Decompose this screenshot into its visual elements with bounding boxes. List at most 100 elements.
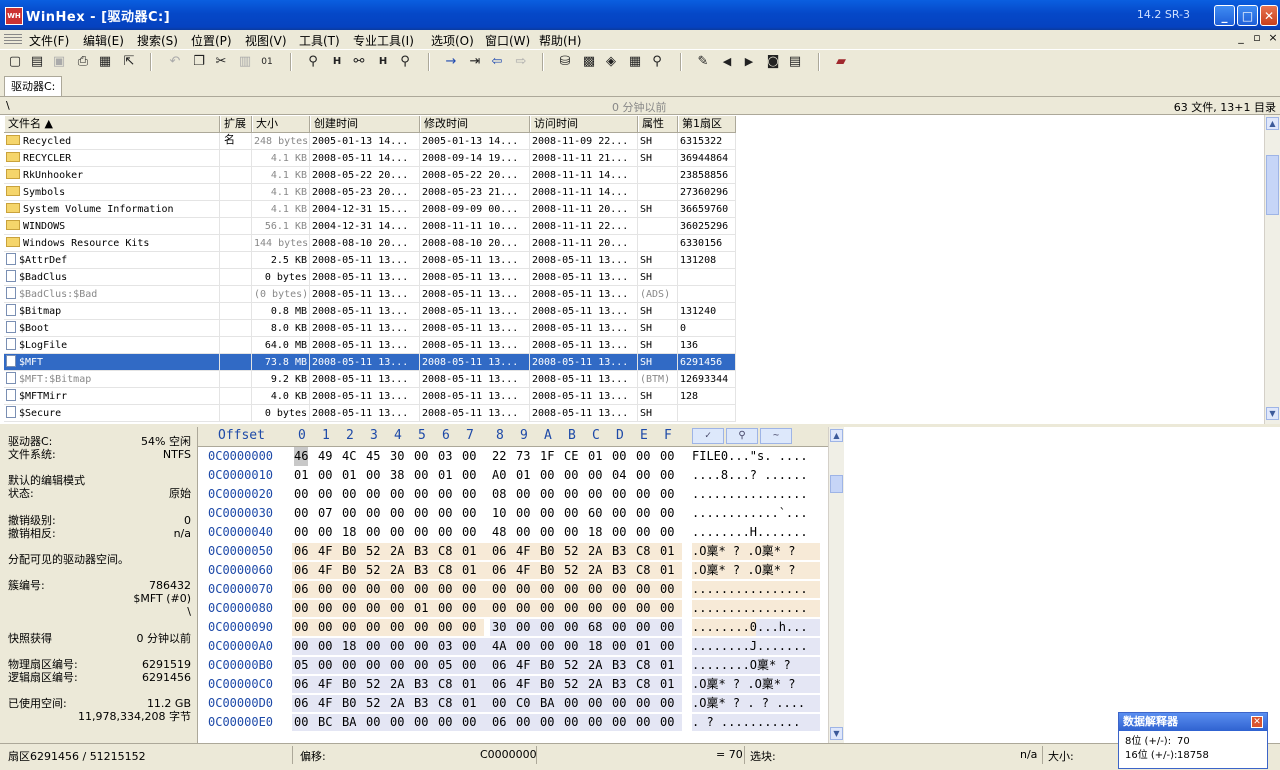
hex-byte[interactable]: B0 <box>540 542 564 561</box>
hex-byte[interactable]: 00 <box>462 599 486 618</box>
cut-icon[interactable]: ✂ <box>212 53 230 71</box>
hex-byte[interactable]: 00 <box>516 637 540 656</box>
file-row[interactable]: WINDOWS 56.1 KB 2004-12-31 14... 2008-11-11… <box>4 218 736 235</box>
file-row[interactable]: Symbols 4.1 KB 2008-05-23 20... 2008-05-23 … <box>4 184 736 201</box>
menu-window[interactable]: 窗口(W) <box>485 32 530 49</box>
hex-byte[interactable]: 01 <box>462 694 486 713</box>
hex-byte[interactable]: C8 <box>636 561 660 580</box>
hex-byte[interactable]: 00 <box>414 485 438 504</box>
hex-byte[interactable]: 00 <box>438 504 462 523</box>
hex-byte[interactable]: 00 <box>516 485 540 504</box>
replace-text-icon[interactable]: ⚯ <box>350 53 368 71</box>
hex-byte[interactable]: 01 <box>516 466 540 485</box>
hex-byte[interactable]: 00 <box>540 504 564 523</box>
hex-byte[interactable]: 06 <box>294 694 318 713</box>
hex-byte[interactable]: 00 <box>342 485 366 504</box>
hex-byte[interactable]: 01 <box>342 466 366 485</box>
scroll-down-arrow-icon[interactable]: ▼ <box>830 727 843 740</box>
hex-byte[interactable]: 18 <box>342 637 366 656</box>
prev-icon[interactable]: ◀ <box>718 53 736 71</box>
hex-byte[interactable]: 00 <box>414 637 438 656</box>
properties-icon[interactable]: ▦ <box>96 53 114 71</box>
hex-byte[interactable]: 00 <box>366 656 390 675</box>
hex-byte[interactable]: 06 <box>294 542 318 561</box>
hex-byte[interactable]: B3 <box>414 542 438 561</box>
hex-byte[interactable]: 00 <box>660 637 684 656</box>
hex-byte[interactable]: 00 <box>438 599 462 618</box>
hex-byte[interactable]: 00 <box>294 713 318 732</box>
hex-byte[interactable]: 00 <box>516 599 540 618</box>
hex-byte[interactable]: 00 <box>294 637 318 656</box>
hex-byte[interactable]: 00 <box>342 504 366 523</box>
hex-row[interactable]: 0C0000040 00 00 18 00 00 00 00 00 48 00 00 00 18 00 00 0… <box>198 523 828 542</box>
hex-byte[interactable]: BA <box>540 694 564 713</box>
scroll-up-arrow-icon[interactable]: ▲ <box>1266 117 1279 130</box>
hex-byte[interactable]: 00 <box>366 485 390 504</box>
hex-byte[interactable]: 00 <box>636 523 660 542</box>
hex-byte[interactable]: 00 <box>612 694 636 713</box>
hex-byte[interactable]: 00 <box>564 485 588 504</box>
hex-byte[interactable]: 00 <box>462 447 486 466</box>
hex-byte[interactable]: 68 <box>588 618 612 637</box>
hex-byte[interactable]: 00 <box>660 599 684 618</box>
column-first-sector[interactable]: 第1扇区 <box>678 116 736 132</box>
hex-byte[interactable]: 01 <box>660 561 684 580</box>
hex-row[interactable]: 0C0000020 00 00 00 00 00 00 00 00 08 00 00 00 00 00 00 0… <box>198 485 828 504</box>
goto-sector-icon[interactable]: ⇥ <box>466 53 484 71</box>
hex-byte[interactable]: 73 <box>516 447 540 466</box>
analyze-icon[interactable]: ⚲ <box>648 53 666 71</box>
hex-byte[interactable]: 00 <box>564 599 588 618</box>
hex-byte[interactable]: 00 <box>660 523 684 542</box>
file-row[interactable]: $Secure 0 bytes 2008-05-11 13... 2008-05-11… <box>4 405 736 422</box>
hex-byte[interactable]: C8 <box>636 675 660 694</box>
hex-text[interactable]: ............`... <box>692 504 820 523</box>
hex-byte[interactable]: 00 <box>612 447 636 466</box>
hex-byte[interactable]: 18 <box>588 523 612 542</box>
hex-byte[interactable]: 00 <box>564 580 588 599</box>
hex-byte[interactable]: C8 <box>636 656 660 675</box>
hex-byte[interactable]: 00 <box>366 618 390 637</box>
hex-editor[interactable]: Offset 0 1 2 3 4 5 6 7 8 9 A B C D E F ✓ ⚲ ~ 0C0000000 46 49… <box>198 427 828 743</box>
hex-text[interactable]: ........H....... <box>692 523 820 542</box>
column-attributes[interactable]: 属性 <box>638 116 678 132</box>
hex-byte[interactable]: 00 <box>438 523 462 542</box>
hex-byte[interactable]: 52 <box>564 656 588 675</box>
hex-byte[interactable]: 00 <box>564 637 588 656</box>
hex-byte[interactable]: 00 <box>390 485 414 504</box>
file-row[interactable]: $BadClus 0 bytes 2008-05-11 13... 2008-05-1… <box>4 269 736 286</box>
hex-text[interactable]: FILE0..."s. .... <box>692 447 820 466</box>
hex-byte[interactable]: 00 <box>516 580 540 599</box>
open-ram-icon[interactable]: ▩ <box>580 53 598 71</box>
column-accessed[interactable]: 访问时间 <box>530 116 638 132</box>
file-row[interactable]: $AttrDef 2.5 KB 2008-05-11 13... 2008-05-11… <box>4 252 736 269</box>
hex-byte[interactable]: 00 <box>660 713 684 732</box>
hex-byte[interactable]: 00 <box>294 523 318 542</box>
hex-check-button[interactable]: ✓ <box>692 428 724 444</box>
scroll-up-arrow-icon[interactable]: ▲ <box>830 429 843 442</box>
hex-byte[interactable]: 38 <box>390 466 414 485</box>
hex-byte[interactable]: 06 <box>294 675 318 694</box>
hex-byte[interactable]: 00 <box>612 637 636 656</box>
menu-specialist-tools[interactable]: 专业工具(I) <box>353 32 414 49</box>
hex-byte[interactable]: 04 <box>612 466 636 485</box>
hex-byte[interactable]: B0 <box>342 694 366 713</box>
hex-byte[interactable]: 00 <box>588 485 612 504</box>
hex-byte[interactable]: 52 <box>366 675 390 694</box>
hex-byte[interactable]: 00 <box>390 618 414 637</box>
hex-byte[interactable]: 00 <box>462 523 486 542</box>
print-icon[interactable]: ⎙ <box>74 53 92 71</box>
file-row[interactable]: $MFT 73.8 MB 2008-05-11 13... 2008-05-11 13… <box>4 354 736 371</box>
menu-help[interactable]: 帮助(H) <box>539 32 581 49</box>
hex-byte[interactable]: 00 <box>390 656 414 675</box>
hex-byte[interactable]: 00 <box>414 447 438 466</box>
hex-byte[interactable]: 2A <box>588 656 612 675</box>
hex-byte[interactable]: CE <box>564 447 588 466</box>
hex-byte[interactable]: B0 <box>342 561 366 580</box>
hex-byte[interactable]: 49 <box>318 447 342 466</box>
file-row[interactable]: Recycled 248 bytes 2005-01-13 14... 2005-01… <box>4 133 736 150</box>
hex-byte[interactable]: 00 <box>462 713 486 732</box>
hex-byte[interactable]: 4F <box>318 694 342 713</box>
hex-byte[interactable]: 52 <box>564 542 588 561</box>
hex-byte[interactable]: 06 <box>492 542 516 561</box>
hex-byte[interactable]: B3 <box>414 694 438 713</box>
